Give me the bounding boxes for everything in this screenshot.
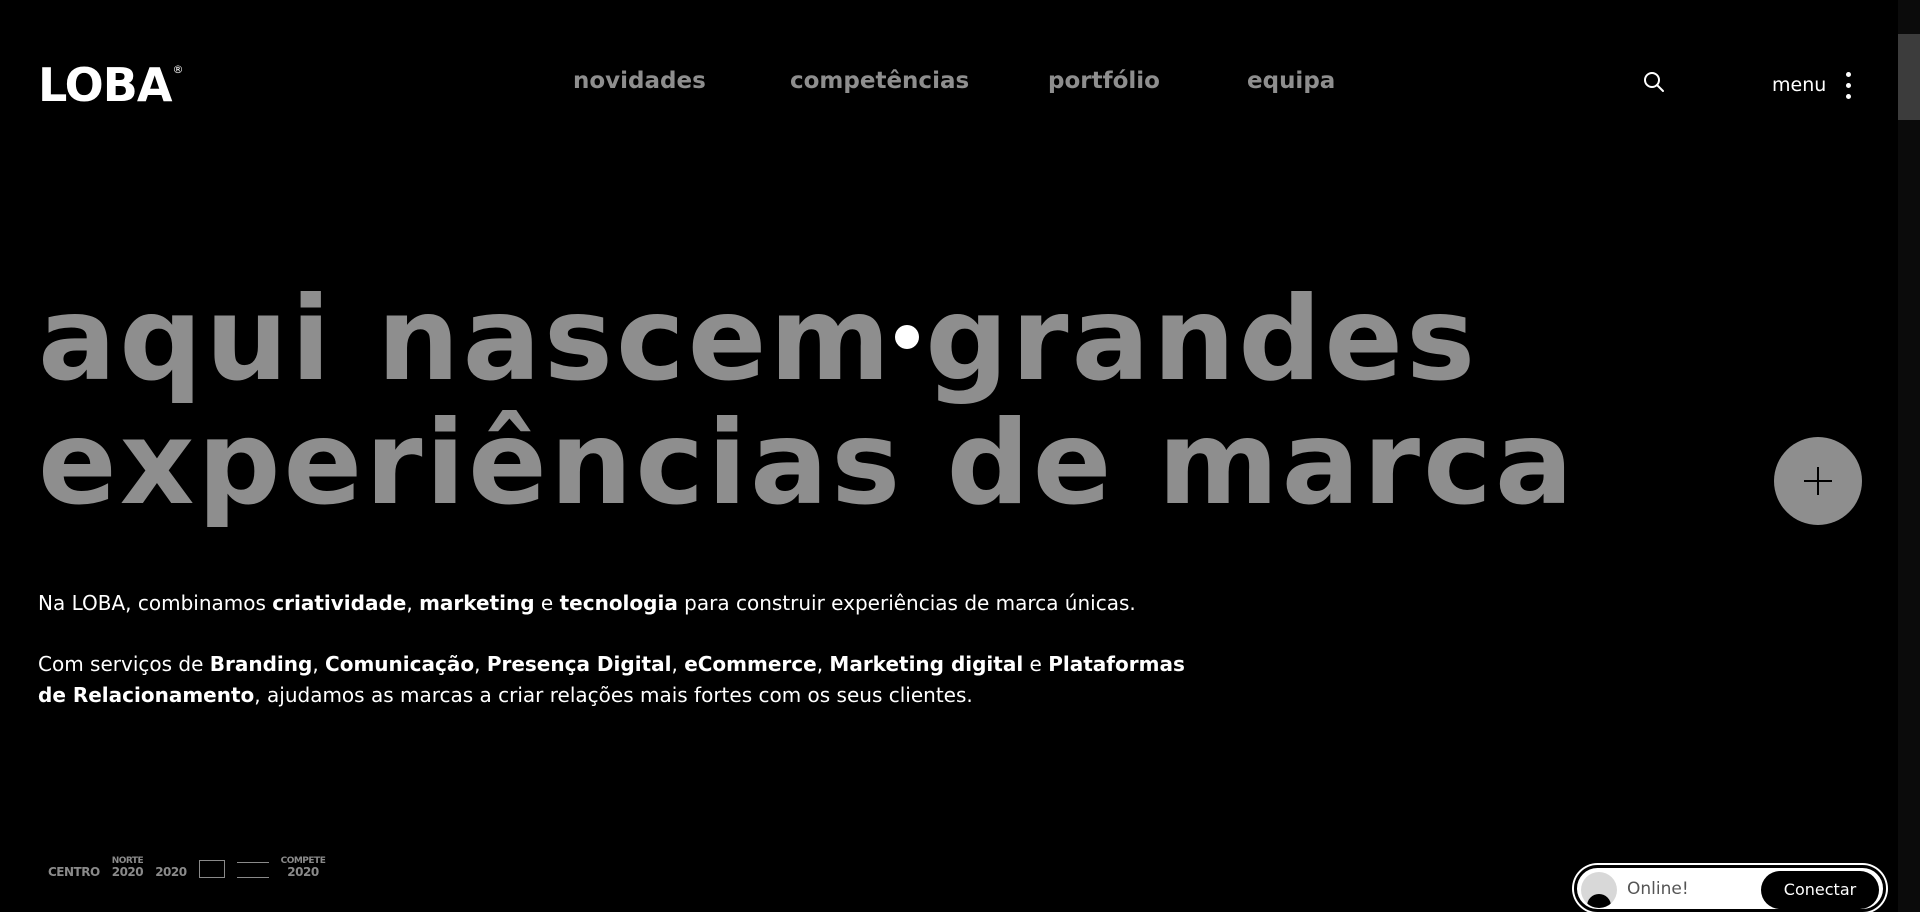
menu-button[interactable]: menu [1772,70,1852,100]
logo-text: 2020 [287,865,319,879]
connect-button[interactable]: Conectar [1761,871,1879,909]
text: , ajudamos as marcas a criar relações ma… [254,683,973,707]
highlight: tecnologia [559,591,678,615]
text: , [474,652,487,676]
kebab-icon [1846,71,1852,99]
search-button[interactable] [1642,70,1666,94]
hero-line-1: aqui nascem grandes [38,278,1576,402]
eu-fund-icon [236,862,269,878]
menu-label: menu [1772,74,1827,96]
highlight: Presença Digital [486,652,672,676]
text: Na LOBA, combinamos [38,591,273,615]
eu-flag-icon [198,860,225,878]
scrollbar[interactable] [1898,0,1920,912]
text: , [406,591,420,615]
text: e [534,591,560,615]
nav-item-equipa[interactable]: equipa [1247,68,1335,94]
chat-status: Online! [1627,879,1689,899]
hero-text-1a: aqui nascem [38,272,894,407]
text: Com serviços de [38,652,210,676]
highlight: Comunicação [325,652,475,676]
chat-widget[interactable]: Online! Conectar [1574,865,1886,912]
nav-item-competencias[interactable]: competências [790,68,969,94]
text: , [312,652,326,676]
intro-paragraph-2: Com serviços de Branding, Comunicação, P… [38,649,1198,711]
intro-paragraph-1: Na LOBA, combinamos criatividade, market… [38,588,1198,619]
avatar [1581,872,1617,908]
page: LOBA® novidades competências portfólio e… [0,0,1920,912]
hero-line-2: experiências de marca [38,396,1577,531]
nav-item-novidades[interactable]: novidades [573,68,706,94]
scrollbar-thumb[interactable] [1898,34,1920,120]
partner-logos: CENTRO NORTE 2020 2020 COMPETE 2020 [48,848,326,879]
text: e [1023,652,1049,676]
highlight: Marketing digital [829,652,1024,676]
hero-title: aqui nascem grandes experiências de marca [38,278,1576,526]
compete-2020-logo: COMPETE 2020 [281,857,326,879]
text: , [816,652,830,676]
highlight: Branding [209,652,313,676]
highlight: marketing [419,591,535,615]
intro-text: Na LOBA, combinamos criatividade, market… [38,588,1198,741]
highlight: criatividade [272,591,407,615]
hero-text-1b: grandes [925,272,1479,407]
dot-separator-icon [895,325,920,350]
main-nav: novidades competências portfólio equipa [0,68,1920,100]
logo-text: 2020 [111,865,144,879]
plus-button[interactable] [1774,437,1862,525]
norte-2020-logo: NORTE 2020 [111,857,144,879]
centro-2020-logo: CENTRO [48,865,100,879]
search-icon [1644,72,1664,92]
highlight: eCommerce [684,652,817,676]
nav-item-portfolio[interactable]: portfólio [1048,68,1160,94]
text: para construir experiências de marca úni… [677,591,1136,615]
portugal-2020-logo: 2020 [155,865,187,879]
text: , [671,652,685,676]
